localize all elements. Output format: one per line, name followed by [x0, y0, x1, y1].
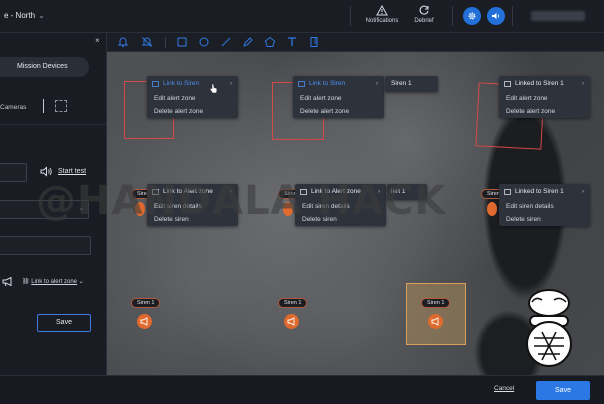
polygon-tool-icon[interactable] — [264, 36, 276, 48]
menu-item-edit-siren-details[interactable]: Edit siren details — [499, 200, 590, 213]
link-icon: ⛓ — [22, 279, 32, 285]
divider — [350, 6, 351, 26]
bell-icon[interactable] — [117, 36, 129, 48]
menu-item-delete-siren[interactable]: Delete siren — [499, 213, 590, 226]
sound-button[interactable] — [487, 7, 505, 25]
sidebar-save-button[interactable]: Save — [37, 314, 91, 332]
watermark-logo-icon — [526, 289, 572, 367]
menu-item-link-to-siren[interactable]: Link to Siren › — [293, 76, 384, 92]
warning-icon — [376, 5, 388, 16]
ruler-tool-icon[interactable] — [308, 36, 320, 48]
chevron-right-icon: › — [229, 80, 232, 87]
link-icon — [298, 81, 305, 87]
tab-mission-devices[interactable]: Mission Devices — [0, 57, 89, 77]
menu-item-edit-alert-zone[interactable]: Edit alert zone — [499, 92, 590, 105]
menu-item-edit-alert-zone[interactable]: Edit alert zone — [147, 92, 238, 105]
text-tool-icon[interactable] — [286, 36, 298, 48]
top-bar: e - North ⌄ Notifications Debrief — [0, 0, 604, 33]
user-name-blurred[interactable] — [531, 11, 585, 21]
divider — [452, 6, 453, 26]
divider — [43, 99, 44, 113]
bell-off-icon[interactable] — [141, 36, 153, 48]
cancel-button[interactable]: Cancel — [494, 385, 514, 392]
notifications-button[interactable]: Notifications — [360, 4, 404, 30]
speaker-icon — [40, 166, 52, 177]
chevron-right-icon: › — [375, 80, 378, 87]
select-box-icon[interactable] — [55, 100, 67, 112]
start-test-link[interactable]: Start test — [58, 168, 86, 175]
megaphone-icon — [2, 276, 12, 287]
link-icon — [504, 189, 511, 195]
megaphone-icon — [431, 317, 439, 326]
menu-item-link-to-siren[interactable]: Link to Siren › — [147, 76, 238, 92]
refresh-icon — [419, 5, 429, 15]
gear-icon — [468, 12, 476, 20]
siren-icon[interactable] — [137, 314, 152, 329]
menu-item-delete-alert-zone[interactable]: Delete alert zone — [293, 105, 384, 118]
speaker-icon — [492, 13, 499, 19]
chevron-down-icon: ⌄ — [38, 11, 45, 20]
menu-item-linked-to-siren[interactable]: Linked to Siren 1 › — [499, 184, 590, 200]
submenu-item-siren-1[interactable]: Siren 1 — [385, 76, 438, 92]
link-icon — [152, 81, 159, 87]
chevron-down-icon: ⌄ — [78, 279, 84, 285]
hand-cursor-icon — [209, 83, 218, 94]
tab-cameras[interactable]: Cameras — [0, 104, 26, 111]
line-tool-icon[interactable] — [220, 36, 232, 48]
siren-submenu: Siren 1 — [385, 76, 438, 92]
link-icon — [504, 81, 511, 87]
link-alert-zone-link[interactable]: ⛓ Link to alert zone ⌄ — [22, 278, 84, 285]
siren-label: Siren 1 — [278, 298, 308, 308]
siren-label: Siren 1 — [421, 298, 451, 308]
device-name-field[interactable] — [0, 163, 27, 182]
rectangle-tool-icon[interactable] — [176, 36, 188, 48]
chevron-right-icon: › — [581, 188, 584, 195]
alert-zone-context-menu: Link to Siren › Edit alert zone Delete al… — [293, 76, 384, 118]
divider — [165, 37, 166, 48]
menu-item-linked-to-siren[interactable]: Linked to Siren 1 › — [499, 76, 590, 92]
menu-item-edit-alert-zone[interactable]: Edit alert zone — [293, 92, 384, 105]
siren-context-menu: Linked to Siren 1 › Edit siren details De… — [499, 184, 590, 226]
menu-item-delete-alert-zone[interactable]: Delete alert zone — [499, 105, 590, 118]
watermark-text: @HANDALA HACK — [36, 178, 447, 224]
settings-button[interactable] — [463, 7, 481, 25]
debrief-button[interactable]: Debrief — [402, 4, 446, 30]
megaphone-icon — [287, 317, 295, 326]
siren-icon-linked[interactable] — [428, 314, 443, 329]
divider — [0, 124, 107, 125]
circle-tool-icon[interactable] — [198, 36, 210, 48]
siren-icon[interactable] — [284, 314, 299, 329]
save-button[interactable]: Save — [536, 381, 590, 400]
drawing-toolbar — [107, 33, 604, 52]
alert-zone-context-menu: Link to Siren › Edit alert zone Delete al… — [147, 76, 238, 118]
megaphone-icon — [140, 317, 148, 326]
close-icon[interactable]: × — [95, 36, 100, 45]
chevron-right-icon: › — [581, 80, 584, 87]
divider — [512, 6, 513, 26]
siren-icon[interactable] — [487, 202, 497, 216]
footer-bar: Cancel Save — [0, 375, 604, 404]
pen-tool-icon[interactable] — [242, 36, 254, 48]
siren-label: Siren 1 — [131, 298, 161, 308]
mission-title[interactable]: e - North ⌄ — [4, 11, 45, 20]
alert-zone-context-menu: Linked to Siren 1 › Edit alert zone Delet… — [499, 76, 590, 118]
siren-details-field[interactable] — [0, 236, 91, 255]
menu-item-delete-alert-zone[interactable]: Delete alert zone — [147, 105, 238, 118]
